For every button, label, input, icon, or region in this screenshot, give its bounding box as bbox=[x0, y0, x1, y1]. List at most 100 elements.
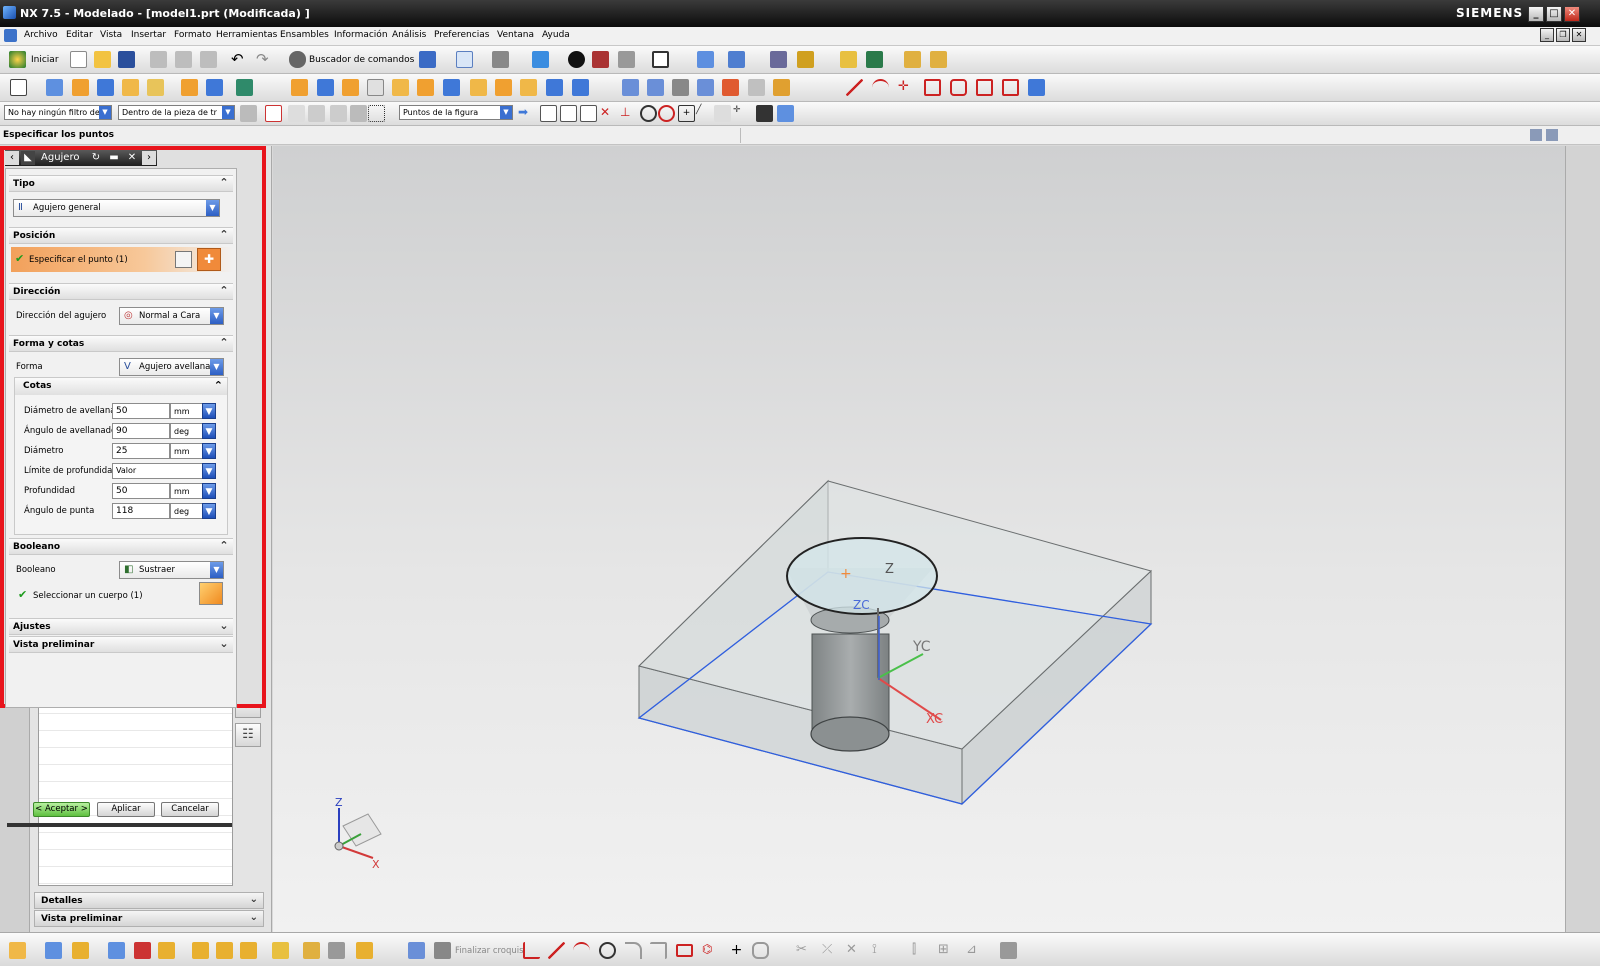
intersection-point-icon[interactable]: ✕ bbox=[600, 105, 617, 122]
draft-icon[interactable] bbox=[443, 79, 460, 96]
collapse-icon[interactable]: ▬ bbox=[107, 151, 121, 165]
assembly-icon[interactable] bbox=[108, 942, 125, 959]
profile-icon[interactable] bbox=[523, 942, 540, 959]
graphics-window[interactable]: + Z ZC YC XC Z X bbox=[273, 146, 1565, 932]
trim-icon[interactable]: ✂ bbox=[796, 942, 813, 959]
edge-blend-icon[interactable] bbox=[367, 79, 384, 96]
start-icon[interactable] bbox=[9, 51, 26, 68]
group-vista-preliminar[interactable]: Vista preliminar ⌄ bbox=[9, 636, 233, 653]
menu-editar[interactable]: Editar bbox=[66, 30, 93, 40]
countersink-angle-menu[interactable]: ▼ bbox=[202, 423, 216, 439]
subtract-icon[interactable] bbox=[317, 79, 334, 96]
split-body-icon[interactable] bbox=[546, 79, 563, 96]
arc-icon[interactable] bbox=[573, 942, 590, 959]
section-view-icon[interactable] bbox=[592, 51, 609, 68]
shell-icon[interactable] bbox=[417, 79, 434, 96]
thicken-icon[interactable] bbox=[722, 79, 739, 96]
mirror-curve-icon[interactable]: ⫿ bbox=[912, 942, 929, 959]
animation-icon[interactable] bbox=[866, 51, 883, 68]
control-point-icon[interactable] bbox=[580, 105, 597, 122]
view-snap-icon[interactable] bbox=[756, 105, 773, 122]
wcs-icon[interactable] bbox=[697, 51, 714, 68]
add-feature-icon[interactable] bbox=[72, 942, 89, 959]
command-finder-icon[interactable] bbox=[289, 51, 306, 68]
general-filter-icon[interactable] bbox=[240, 105, 257, 122]
status-panel-icon[interactable] bbox=[1530, 129, 1542, 141]
offset-curve-icon[interactable]: ⟟ bbox=[872, 942, 889, 959]
doc-close-button[interactable]: ✕ bbox=[1572, 28, 1586, 42]
paste-icon[interactable] bbox=[200, 51, 217, 68]
layers-icon[interactable] bbox=[770, 51, 787, 68]
app-menu-icon[interactable] bbox=[4, 29, 17, 42]
menu-ayuda[interactable]: Ayuda bbox=[542, 30, 570, 40]
sketch-section-icon[interactable] bbox=[175, 251, 192, 268]
hole-icon[interactable] bbox=[181, 79, 198, 96]
doc-restore-button[interactable]: ❐ bbox=[1556, 28, 1570, 42]
undo-icon[interactable]: ↶ bbox=[231, 50, 244, 68]
block-icon[interactable] bbox=[97, 79, 114, 96]
measure-distance-icon[interactable] bbox=[904, 51, 921, 68]
replace-component-icon[interactable] bbox=[216, 942, 233, 959]
chevron-right-icon[interactable]: › bbox=[142, 151, 156, 165]
doc-minimize-button[interactable]: _ bbox=[1540, 28, 1554, 42]
reset-icon[interactable]: ↻ bbox=[89, 151, 103, 165]
depth-limit-select[interactable]: Valor bbox=[112, 463, 216, 479]
unite-icon[interactable] bbox=[291, 79, 308, 96]
point-dialog-icon[interactable]: ✚ bbox=[197, 248, 221, 271]
tip-angle-input[interactable]: 118 bbox=[112, 503, 170, 519]
line-icon[interactable] bbox=[548, 942, 565, 959]
arc-icon[interactable] bbox=[872, 79, 889, 96]
group-direccion[interactable]: Dirección ⌃ bbox=[9, 283, 233, 300]
copy-icon[interactable] bbox=[175, 51, 192, 68]
menu-informacion[interactable]: Información bbox=[334, 30, 388, 40]
mirror-icon[interactable] bbox=[495, 79, 512, 96]
open-folder-icon[interactable] bbox=[94, 51, 111, 68]
boss-icon[interactable] bbox=[206, 79, 223, 96]
group-forma-cotas[interactable]: Forma y cotas ⌃ bbox=[9, 335, 233, 352]
reposition-icon[interactable] bbox=[240, 942, 257, 959]
surface-icon[interactable] bbox=[622, 79, 639, 96]
diameter-menu[interactable]: ▼ bbox=[202, 443, 216, 459]
menu-archivo[interactable]: Archivo bbox=[24, 30, 58, 40]
trim-body-icon[interactable] bbox=[520, 79, 537, 96]
arrangement-icon[interactable] bbox=[328, 942, 345, 959]
filter-preview-icon[interactable] bbox=[350, 105, 367, 122]
sketch-icon[interactable] bbox=[10, 79, 27, 96]
model-view[interactable]: + Z ZC YC XC Z X bbox=[273, 146, 1565, 932]
type-filter-select[interactable]: No hay ningún filtro de ▼ bbox=[4, 105, 112, 120]
offset-face-icon[interactable] bbox=[572, 79, 589, 96]
group-posicion[interactable]: Posición ⌃ bbox=[9, 227, 233, 244]
revolve-icon[interactable] bbox=[72, 79, 89, 96]
command-finder-label[interactable]: Buscador de comandos bbox=[309, 55, 414, 65]
menu-analisis[interactable]: Análisis bbox=[392, 30, 426, 40]
group-tipo[interactable]: Tipo ⌃ bbox=[9, 175, 233, 192]
select-all-icon[interactable] bbox=[265, 105, 282, 122]
mid-point-icon[interactable] bbox=[560, 105, 577, 122]
point-icon[interactable]: ✛ bbox=[898, 79, 915, 96]
snap-enable-icon[interactable]: ➡ bbox=[518, 105, 535, 122]
minimize-button[interactable]: _ bbox=[1528, 6, 1544, 22]
point-on-curve-icon[interactable] bbox=[658, 105, 675, 122]
dialog-header[interactable]: ‹ ◣ Agujero ↻ ▬ ✕ › bbox=[5, 150, 157, 166]
select-body-icon[interactable] bbox=[199, 582, 223, 605]
depth-menu[interactable]: ▼ bbox=[202, 483, 216, 499]
studio-spline-icon[interactable] bbox=[752, 942, 769, 959]
point-icon[interactable]: + bbox=[728, 942, 745, 959]
patch-icon[interactable] bbox=[773, 79, 790, 96]
extrude-icon[interactable] bbox=[46, 79, 63, 96]
finish-sketch-icon[interactable] bbox=[434, 942, 451, 959]
group-ajustes[interactable]: Ajustes ⌄ bbox=[9, 618, 233, 635]
maximize-button[interactable]: □ bbox=[1546, 6, 1562, 22]
line-icon[interactable] bbox=[846, 79, 863, 96]
hide-icon[interactable] bbox=[618, 51, 635, 68]
end-point-icon[interactable] bbox=[540, 105, 557, 122]
mate-icon[interactable] bbox=[158, 942, 175, 959]
box-icon[interactable] bbox=[777, 105, 794, 122]
render-style-icon[interactable] bbox=[492, 51, 509, 68]
hole-direction-select[interactable]: ◎ Normal a Cara ▼ bbox=[119, 307, 224, 325]
navigator-preview-section[interactable]: Vista preliminar ⌄ bbox=[34, 910, 264, 927]
sketch-tool-icon[interactable] bbox=[9, 942, 26, 959]
pattern-icon[interactable] bbox=[470, 79, 487, 96]
constraints-icon[interactable]: ⊿ bbox=[966, 942, 983, 959]
status-panel-icon[interactable] bbox=[1546, 129, 1558, 141]
